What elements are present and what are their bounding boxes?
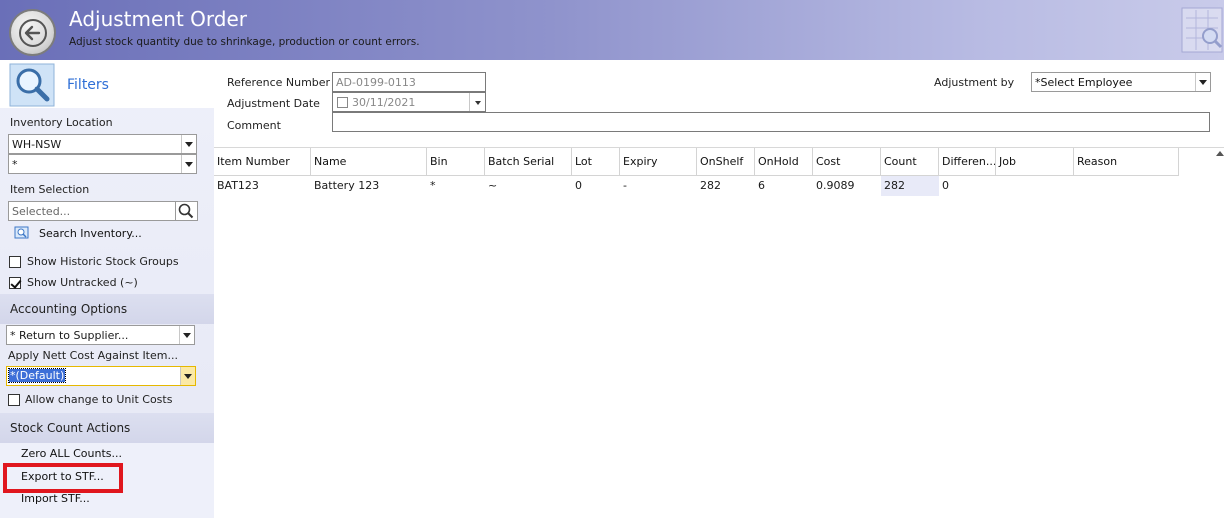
column-header-cost[interactable]: Cost bbox=[813, 148, 881, 176]
item-selection-input[interactable]: Selected... bbox=[8, 201, 176, 221]
search-icon bbox=[178, 203, 194, 219]
chevron-down-icon bbox=[475, 101, 481, 105]
accounting-option-select[interactable]: * Return to Supplier... bbox=[6, 325, 195, 345]
reference-number-value: AD-0199-0113 bbox=[336, 76, 416, 89]
column-header-reason[interactable]: Reason bbox=[1074, 148, 1179, 176]
chevron-down-icon[interactable] bbox=[181, 135, 196, 153]
chevron-down-icon[interactable] bbox=[181, 155, 196, 173]
search-inventory-label: Search Inventory... bbox=[39, 226, 142, 240]
adjustment-date-label: Adjustment Date bbox=[227, 97, 320, 110]
show-untracked-checkbox[interactable] bbox=[9, 277, 21, 289]
cell-job[interactable] bbox=[996, 176, 1074, 196]
grid-header: Item Number Name Bin Batch Serial Lot Ex… bbox=[214, 148, 1214, 176]
show-untracked-label: Show Untracked (~) bbox=[27, 276, 138, 289]
column-header-item-number[interactable]: Item Number bbox=[214, 148, 311, 176]
cell-onshelf[interactable]: 282 bbox=[697, 176, 755, 196]
column-header-lot[interactable]: Lot bbox=[572, 148, 620, 176]
inventory-search-icon bbox=[14, 226, 29, 239]
zero-all-counts-link[interactable]: Zero ALL Counts... bbox=[21, 447, 122, 460]
reference-number-field[interactable]: AD-0199-0113 bbox=[332, 72, 486, 92]
page-title: Adjustment Order bbox=[69, 7, 248, 31]
page-subtitle: Adjust stock quantity due to shrinkage, … bbox=[69, 36, 420, 48]
cell-expiry[interactable]: - bbox=[620, 176, 697, 196]
column-header-bin[interactable]: Bin bbox=[427, 148, 485, 176]
column-header-name[interactable]: Name bbox=[311, 148, 427, 176]
column-header-onhold[interactable]: OnHold bbox=[755, 148, 813, 176]
cell-bin[interactable]: * bbox=[427, 176, 485, 196]
cell-difference[interactable]: 0 bbox=[939, 176, 996, 196]
adjustment-by-label: Adjustment by bbox=[934, 76, 1015, 89]
table-row[interactable]: BAT123 Battery 123 * ~ 0 - 282 6 0.9089 … bbox=[214, 176, 1214, 196]
scroll-up-arrow-icon[interactable] bbox=[1216, 151, 1224, 159]
inventory-location-label: Inventory Location bbox=[10, 116, 113, 129]
column-header-expiry[interactable]: Expiry bbox=[620, 148, 697, 176]
arrow-left-icon bbox=[18, 18, 47, 47]
chevron-down-icon[interactable] bbox=[1195, 73, 1210, 91]
apply-nett-cost-select[interactable]: *(Default) bbox=[6, 366, 196, 386]
title-bar: Adjustment Order Adjust stock quantity d… bbox=[0, 0, 1224, 60]
inventory-sublocation-select[interactable]: * bbox=[8, 154, 197, 174]
cell-lot[interactable]: 0 bbox=[572, 176, 620, 196]
reference-number-label: Reference Number bbox=[227, 76, 331, 89]
column-header-job[interactable]: Job bbox=[996, 148, 1074, 176]
allow-change-unit-costs-label: Allow change to Unit Costs bbox=[25, 393, 173, 406]
filters-header: Filters bbox=[0, 60, 214, 108]
adjustment-by-select[interactable]: *Select Employee bbox=[1031, 72, 1211, 92]
cell-cost[interactable]: 0.9089 bbox=[813, 176, 881, 196]
comment-label: Comment bbox=[227, 119, 281, 132]
cell-name[interactable]: Battery 123 bbox=[311, 176, 427, 196]
item-selection-label: Item Selection bbox=[10, 183, 90, 196]
cell-batch-serial[interactable]: ~ bbox=[485, 176, 572, 196]
filters-sidebar: Filters Inventory Location WH-NSW * Item… bbox=[0, 60, 214, 518]
adjustment-by-value: *Select Employee bbox=[1035, 76, 1133, 89]
column-header-difference[interactable]: Differen... bbox=[939, 148, 996, 176]
filters-label: Filters bbox=[67, 77, 109, 93]
search-inventory-link[interactable]: Search Inventory... bbox=[14, 226, 142, 240]
import-stf-link[interactable]: Import STF... bbox=[21, 492, 90, 505]
apply-nett-cost-label: Apply Nett Cost Against Item... bbox=[8, 349, 178, 362]
item-search-button[interactable] bbox=[176, 201, 198, 221]
cell-reason[interactable] bbox=[1074, 176, 1179, 196]
back-button[interactable] bbox=[9, 9, 56, 56]
adjustment-lines-grid[interactable]: Item Number Name Bin Batch Serial Lot Ex… bbox=[214, 147, 1224, 518]
accounting-option-value: * Return to Supplier... bbox=[10, 329, 129, 342]
accounting-options-section: Accounting Options bbox=[0, 294, 214, 324]
apply-nett-cost-value: *(Default) bbox=[7, 368, 67, 383]
cell-item-number[interactable]: BAT123 bbox=[214, 176, 311, 196]
column-header-onshelf[interactable]: OnShelf bbox=[697, 148, 755, 176]
cell-onhold[interactable]: 6 bbox=[755, 176, 813, 196]
cell-count[interactable]: 282 bbox=[881, 176, 939, 196]
column-header-batch-serial[interactable]: Batch Serial bbox=[485, 148, 572, 176]
inventory-location-select[interactable]: WH-NSW bbox=[8, 134, 197, 154]
search-document-icon bbox=[1181, 7, 1223, 53]
inventory-location-value: WH-NSW bbox=[12, 138, 62, 151]
date-enabled-checkbox[interactable] bbox=[337, 97, 348, 108]
inventory-sublocation-value: * bbox=[12, 158, 18, 171]
chevron-down-icon[interactable] bbox=[180, 367, 195, 385]
allow-change-unit-costs-checkbox[interactable] bbox=[8, 394, 20, 406]
date-dropdown-button[interactable] bbox=[469, 93, 485, 111]
adjustment-date-value: 30/11/2021 bbox=[352, 96, 416, 109]
accounting-options-heading: Accounting Options bbox=[10, 302, 128, 316]
magnifier-icon bbox=[9, 63, 55, 107]
adjustment-date-picker[interactable]: 30/11/2021 bbox=[332, 92, 486, 112]
show-historic-checkbox[interactable] bbox=[9, 256, 21, 268]
comment-field[interactable] bbox=[332, 112, 1210, 132]
column-header-count[interactable]: Count bbox=[881, 148, 939, 176]
stock-count-actions-heading: Stock Count Actions bbox=[10, 421, 131, 435]
stock-count-actions-section: Stock Count Actions bbox=[0, 413, 214, 443]
highlight-box bbox=[3, 463, 123, 493]
chevron-down-icon[interactable] bbox=[179, 326, 194, 344]
show-historic-label: Show Historic Stock Groups bbox=[27, 255, 179, 268]
